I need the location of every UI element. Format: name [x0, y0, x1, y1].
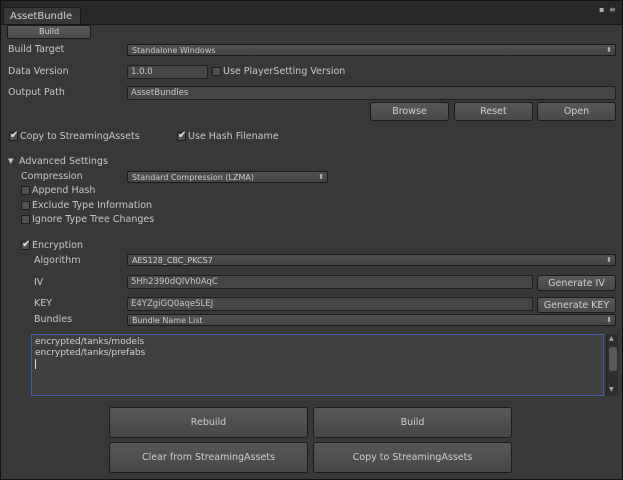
- algorithm-label: Algorithm: [34, 255, 81, 266]
- lock-icon[interactable]: ▪: [599, 5, 604, 15]
- build-target-value: Standalone Windows: [132, 46, 216, 55]
- generate-key-button[interactable]: Generate KEY: [537, 297, 616, 313]
- encryption-label: Encryption: [32, 240, 84, 251]
- append-hash-checkbox[interactable]: [21, 186, 30, 195]
- advanced-settings-foldout[interactable]: Advanced Settings: [19, 156, 108, 167]
- build-target-dropdown[interactable]: Standalone Windows ⬍: [127, 44, 616, 56]
- data-version-label: Data Version: [8, 66, 69, 77]
- encryption-checkbox[interactable]: [21, 239, 30, 250]
- tab-strip: AssetBundle ▪ ≡: [1, 1, 622, 25]
- generate-iv-button[interactable]: Generate IV: [537, 275, 616, 291]
- dropdown-arrows-icon: ⬍: [606, 256, 612, 264]
- bundles-dropdown[interactable]: Bundle Name List ⬍: [127, 314, 616, 326]
- foldout-arrow-icon[interactable]: ▼: [8, 157, 13, 165]
- iv-label: IV: [34, 277, 44, 288]
- dropdown-arrows-icon: ⬍: [606, 46, 612, 54]
- toolbar-build-tab[interactable]: Build: [7, 25, 91, 39]
- algorithm-value: AES128_CBC_PKCS7: [132, 256, 213, 265]
- build-button[interactable]: Build: [313, 407, 512, 438]
- copy-to-streaming-checkbox[interactable]: [9, 130, 18, 141]
- compression-dropdown[interactable]: Standard Compression (LZMA) ⬍: [127, 171, 328, 183]
- reset-button[interactable]: Reset: [454, 102, 533, 121]
- build-target-label: Build Target: [8, 44, 65, 55]
- exclude-type-info-checkbox[interactable]: [21, 201, 30, 210]
- ignore-type-tree-checkbox[interactable]: [21, 215, 30, 224]
- exclude-type-info-label: Exclude Type Information: [32, 200, 153, 211]
- bundles-value: Bundle Name List: [132, 316, 203, 325]
- scroll-up-icon[interactable]: ▲: [609, 335, 614, 342]
- algorithm-dropdown[interactable]: AES128_CBC_PKCS7 ⬍: [127, 254, 616, 266]
- ignore-type-tree-label: Ignore Type Tree Changes: [32, 214, 155, 225]
- open-button[interactable]: Open: [537, 102, 616, 121]
- assetbundle-window: AssetBundle ▪ ≡ Build Build Target Stand…: [0, 0, 623, 480]
- bundle-list-scrollbar[interactable]: ▲ ▼: [606, 334, 618, 396]
- tab-assetbundle[interactable]: AssetBundle: [3, 7, 81, 24]
- clear-streaming-button[interactable]: Clear from StreamingAssets: [109, 442, 308, 473]
- iv-input[interactable]: 5Hh2390dQlVh0AqC: [127, 275, 533, 289]
- bundle-line: encrypted/tanks/models: [35, 337, 145, 347]
- key-label: KEY: [34, 298, 53, 309]
- use-player-setting-checkbox[interactable]: [212, 67, 221, 76]
- bundle-list-textarea[interactable]: encrypted/tanks/models encrypted/tanks/p…: [31, 334, 604, 396]
- browse-button[interactable]: Browse: [370, 102, 449, 121]
- bundle-line: encrypted/tanks/prefabs: [35, 348, 146, 358]
- dropdown-arrows-icon: ⬍: [318, 173, 324, 181]
- scroll-thumb[interactable]: [609, 347, 617, 371]
- append-hash-label: Append Hash: [32, 185, 96, 196]
- use-player-setting-label: Use PlayerSetting Version: [223, 66, 346, 77]
- scroll-down-icon[interactable]: ▼: [609, 386, 614, 393]
- text-caret: [35, 359, 36, 369]
- bundles-label: Bundles: [34, 314, 73, 325]
- copy-streaming-button[interactable]: Copy to StreamingAssets: [313, 442, 512, 473]
- output-path-label: Output Path: [8, 87, 65, 98]
- data-version-input[interactable]: 1.0.0: [127, 65, 208, 79]
- compression-label: Compression: [21, 171, 83, 182]
- copy-to-streaming-label: Copy to StreamingAssets: [20, 131, 140, 142]
- dropdown-arrows-icon: ⬍: [606, 316, 612, 324]
- output-path-input[interactable]: AssetBundles: [127, 86, 616, 100]
- key-input[interactable]: E4YZgiGQ0aqeSLEJ: [127, 297, 533, 311]
- rebuild-button[interactable]: Rebuild: [109, 407, 308, 438]
- use-hash-filename-checkbox[interactable]: [177, 130, 186, 141]
- compression-value: Standard Compression (LZMA): [132, 173, 254, 182]
- window-menu-icon[interactable]: ≡: [609, 5, 616, 15]
- use-hash-filename-label: Use Hash Filename: [188, 131, 279, 142]
